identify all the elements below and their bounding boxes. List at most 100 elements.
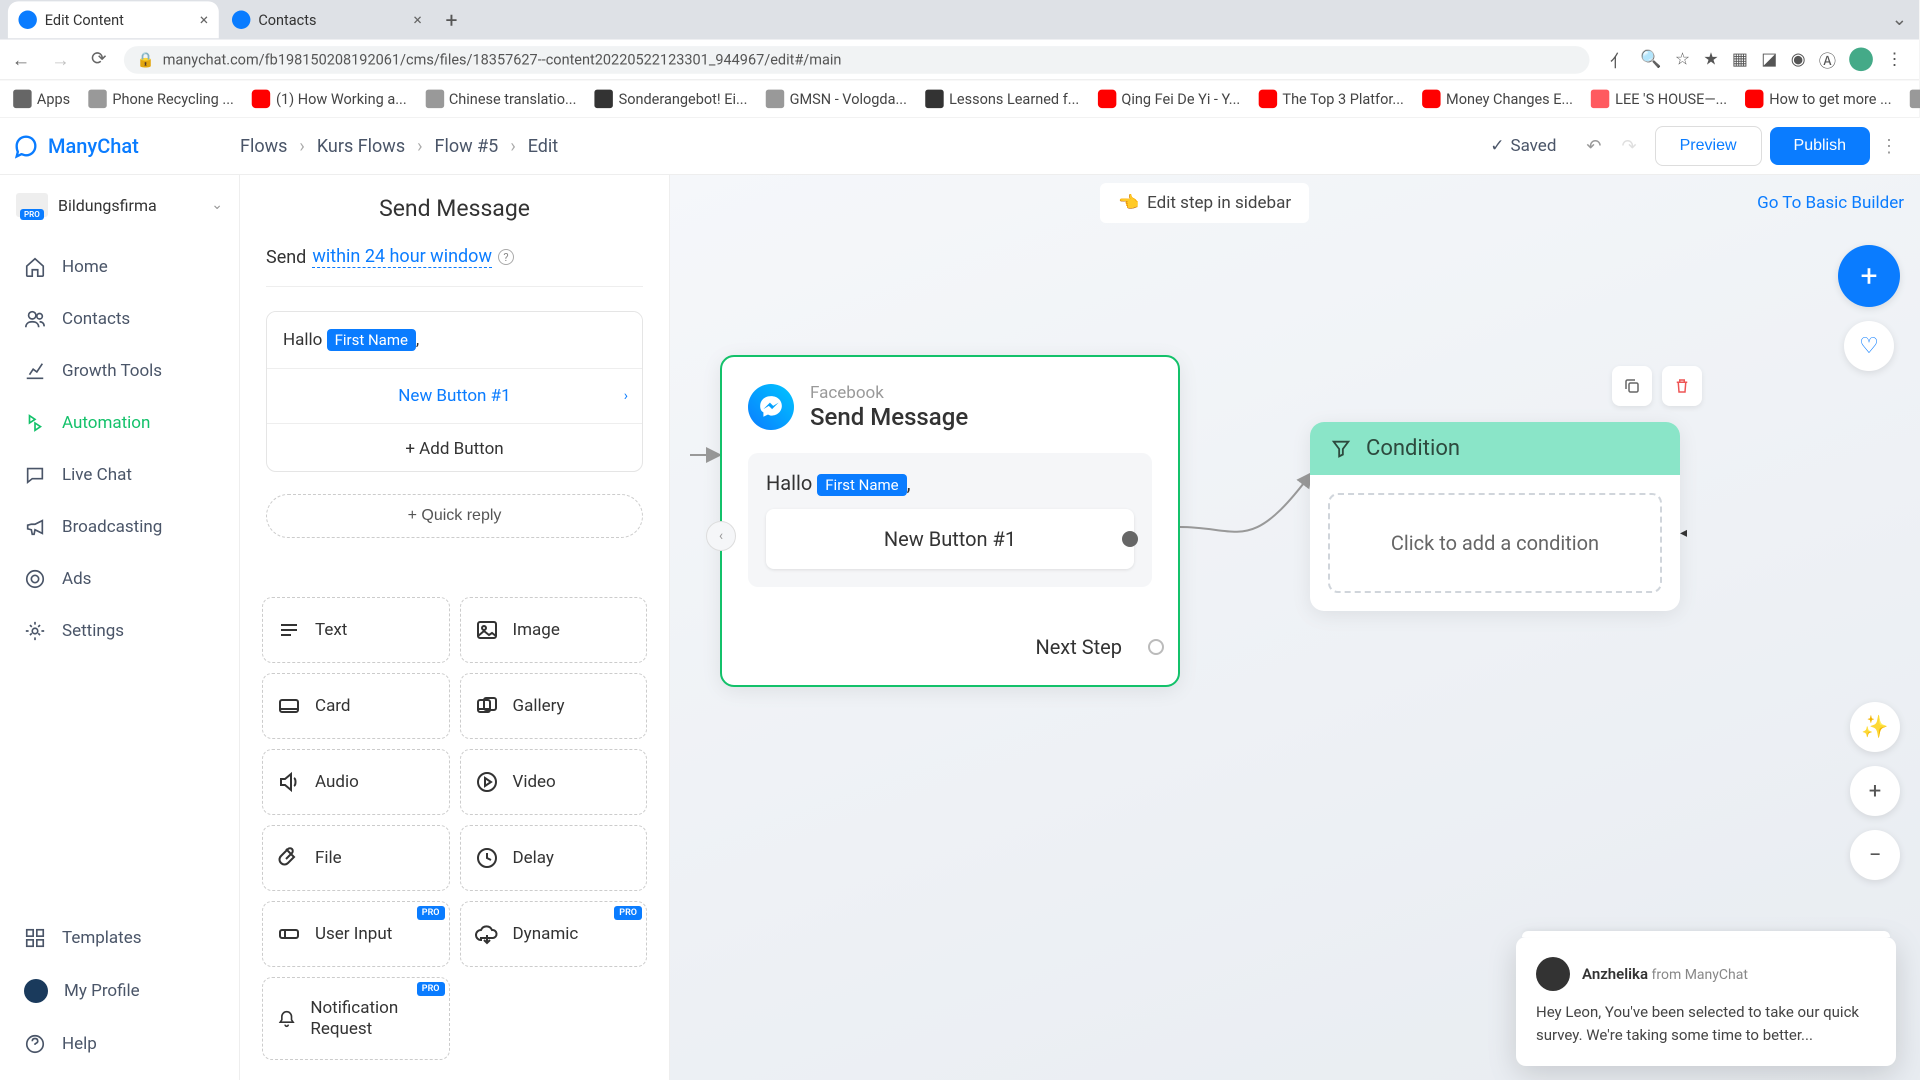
- send-window-link[interactable]: within 24 hour window: [312, 246, 492, 268]
- tile-text[interactable]: Text: [262, 597, 450, 663]
- profile-icon[interactable]: [1849, 47, 1873, 71]
- bookmark-item[interactable]: How to get more ...: [1746, 90, 1892, 108]
- duplicate-node-button[interactable]: [1612, 366, 1652, 406]
- tab-active[interactable]: Edit Content ×: [8, 1, 219, 38]
- crumb-flows[interactable]: Flows: [240, 136, 287, 157]
- extension-icon[interactable]: ▦: [1732, 49, 1748, 69]
- magic-button[interactable]: ✨: [1850, 702, 1900, 752]
- tab-close-icon[interactable]: ×: [413, 11, 421, 29]
- forward-button[interactable]: →: [47, 48, 73, 70]
- send-message-node[interactable]: ‹ Facebook Send Message Hallo First Name…: [720, 355, 1180, 687]
- app-header: ManyChat Flows › Kurs Flows › Flow #5 › …: [0, 118, 1920, 175]
- back-button[interactable]: ←: [8, 48, 34, 70]
- address-bar[interactable]: 🔒 manychat.com/fb198150208192061/cms/fil…: [124, 45, 1589, 73]
- bookmark-item[interactable]: Money Changes E...: [1422, 90, 1573, 108]
- add-button-row[interactable]: + Add Button: [267, 423, 642, 472]
- bookmark-item[interactable]: Chinese translatio...: [425, 90, 576, 108]
- tile-card[interactable]: Card: [262, 673, 450, 739]
- undo-button[interactable]: ↶: [1576, 136, 1611, 157]
- image-icon: [475, 618, 499, 642]
- brand-logo[interactable]: ManyChat: [12, 132, 240, 160]
- variable-pill[interactable]: First Name: [327, 329, 416, 351]
- tile-file[interactable]: File: [262, 825, 450, 891]
- sidebar-item-livechat[interactable]: Live Chat: [0, 449, 239, 501]
- sidebar-item-ads[interactable]: Ads: [0, 553, 239, 605]
- flow-canvas[interactable]: 👈 Edit step in sidebar Go To Basic Build…: [670, 175, 1920, 1080]
- message-block[interactable]: Hallo First Name, New Button #1 › + Add …: [266, 311, 643, 472]
- variable-pill[interactable]: First Name: [817, 474, 906, 496]
- menu-icon[interactable]: ⋮: [1886, 49, 1903, 69]
- quick-reply-button[interactable]: + Quick reply: [266, 494, 643, 538]
- sidebar-item-profile[interactable]: My Profile: [0, 964, 239, 1018]
- tile-image[interactable]: Image: [460, 597, 648, 663]
- sidebar-item-templates[interactable]: Templates: [0, 912, 239, 964]
- publish-button[interactable]: Publish: [1770, 127, 1870, 165]
- condition-node[interactable]: Condition Click to add a condition: [1310, 422, 1680, 611]
- tile-dynamic[interactable]: PRO Dynamic: [460, 901, 648, 967]
- tab-inactive[interactable]: Contacts ×: [221, 1, 432, 38]
- chevron-right-icon: ›: [624, 388, 628, 404]
- basic-builder-button[interactable]: Go To Basic Builder: [1747, 183, 1914, 223]
- favorite-button[interactable]: ♡: [1844, 321, 1894, 371]
- bookmark-item[interactable]: The Top 3 Platfor...: [1259, 90, 1404, 108]
- zoom-out-button[interactable]: −: [1850, 830, 1900, 880]
- tile-notification[interactable]: PRO Notification Request: [262, 977, 450, 1060]
- output-port[interactable]: [1122, 531, 1138, 547]
- edit-step-hint[interactable]: 👈 Edit step in sidebar: [1100, 183, 1309, 223]
- favicon-icon: [1098, 90, 1116, 108]
- bookmark-item[interactable]: Datenschutz — Ki...: [1910, 90, 1920, 108]
- add-condition-button[interactable]: Click to add a condition: [1328, 493, 1662, 593]
- more-menu-button[interactable]: ⋮: [1870, 136, 1908, 157]
- sidebar-item-growth[interactable]: Growth Tools: [0, 345, 239, 397]
- next-step[interactable]: Next Step: [748, 635, 1152, 659]
- sidebar-item-automation[interactable]: Automation: [0, 397, 239, 449]
- bookmark-item[interactable]: (1) How Working a...: [252, 90, 406, 108]
- message-button-row[interactable]: New Button #1 ›: [267, 368, 642, 423]
- redo-button[interactable]: ↷: [1612, 136, 1647, 157]
- node-button[interactable]: New Button #1: [766, 509, 1134, 569]
- chevron-down-icon[interactable]: ⌄: [1888, 9, 1911, 30]
- new-tab-button[interactable]: +: [435, 7, 468, 32]
- preview-button[interactable]: Preview: [1655, 126, 1762, 166]
- sidebar-label: Live Chat: [62, 465, 132, 485]
- sidebar-item-broadcasting[interactable]: Broadcasting: [0, 501, 239, 553]
- bookmark-label: Chinese translatio...: [449, 90, 577, 107]
- org-selector[interactable]: PRO Bildungsfirma ⌄: [0, 175, 239, 235]
- bookmark-item[interactable]: Phone Recycling ...: [89, 90, 234, 108]
- apps-button[interactable]: Apps: [13, 90, 70, 108]
- translate-icon[interactable]: ⺅: [1610, 47, 1627, 72]
- chat-widget[interactable]: Anzhelika from ManyChat Hey Leon, You've…: [1516, 937, 1896, 1066]
- zoom-in-button[interactable]: +: [1850, 766, 1900, 816]
- input-port[interactable]: ‹: [706, 521, 736, 551]
- bookmark-item[interactable]: Lessons Learned f...: [925, 90, 1079, 108]
- help-icon[interactable]: ?: [498, 249, 514, 265]
- delete-node-button[interactable]: [1662, 366, 1702, 406]
- extension-icon[interactable]: Ⓐ: [1819, 47, 1836, 72]
- bookmark-item[interactable]: GMSN - Vologda...: [766, 90, 907, 108]
- bookmark-item[interactable]: Sonderangebot! Ei...: [595, 90, 748, 108]
- sidebar-item-help[interactable]: Help: [0, 1018, 239, 1070]
- sidebar-item-home[interactable]: Home: [0, 241, 239, 293]
- reload-button[interactable]: ⟳: [87, 49, 110, 70]
- crumb-kurs-flows[interactable]: Kurs Flows: [317, 136, 405, 157]
- node-message[interactable]: Hallo First Name, New Button #1: [748, 453, 1152, 587]
- zoom-icon[interactable]: 🔍: [1640, 49, 1661, 69]
- tab-close-icon[interactable]: ×: [200, 11, 208, 29]
- extension-icon[interactable]: ◪: [1761, 49, 1777, 69]
- bookmark-item[interactable]: Qing Fei De Yi - Y...: [1098, 90, 1241, 108]
- output-port[interactable]: [1148, 639, 1164, 655]
- message-text[interactable]: Hallo First Name,: [267, 312, 642, 368]
- sidebar-item-contacts[interactable]: Contacts: [0, 293, 239, 345]
- tile-gallery[interactable]: Gallery: [460, 673, 648, 739]
- star-filled-icon[interactable]: ★: [1703, 49, 1718, 69]
- crumb-flow-5[interactable]: Flow #5: [435, 136, 499, 157]
- tile-user-input[interactable]: PRO User Input: [262, 901, 450, 967]
- sidebar-item-settings[interactable]: Settings: [0, 605, 239, 657]
- tile-delay[interactable]: Delay: [460, 825, 648, 891]
- tile-audio[interactable]: Audio: [262, 749, 450, 815]
- extension-icon[interactable]: ◉: [1791, 49, 1806, 69]
- tile-video[interactable]: Video: [460, 749, 648, 815]
- add-node-button[interactable]: +: [1838, 245, 1900, 307]
- star-icon[interactable]: ☆: [1675, 49, 1690, 69]
- bookmark-item[interactable]: LEE 'S HOUSE—...: [1591, 90, 1727, 108]
